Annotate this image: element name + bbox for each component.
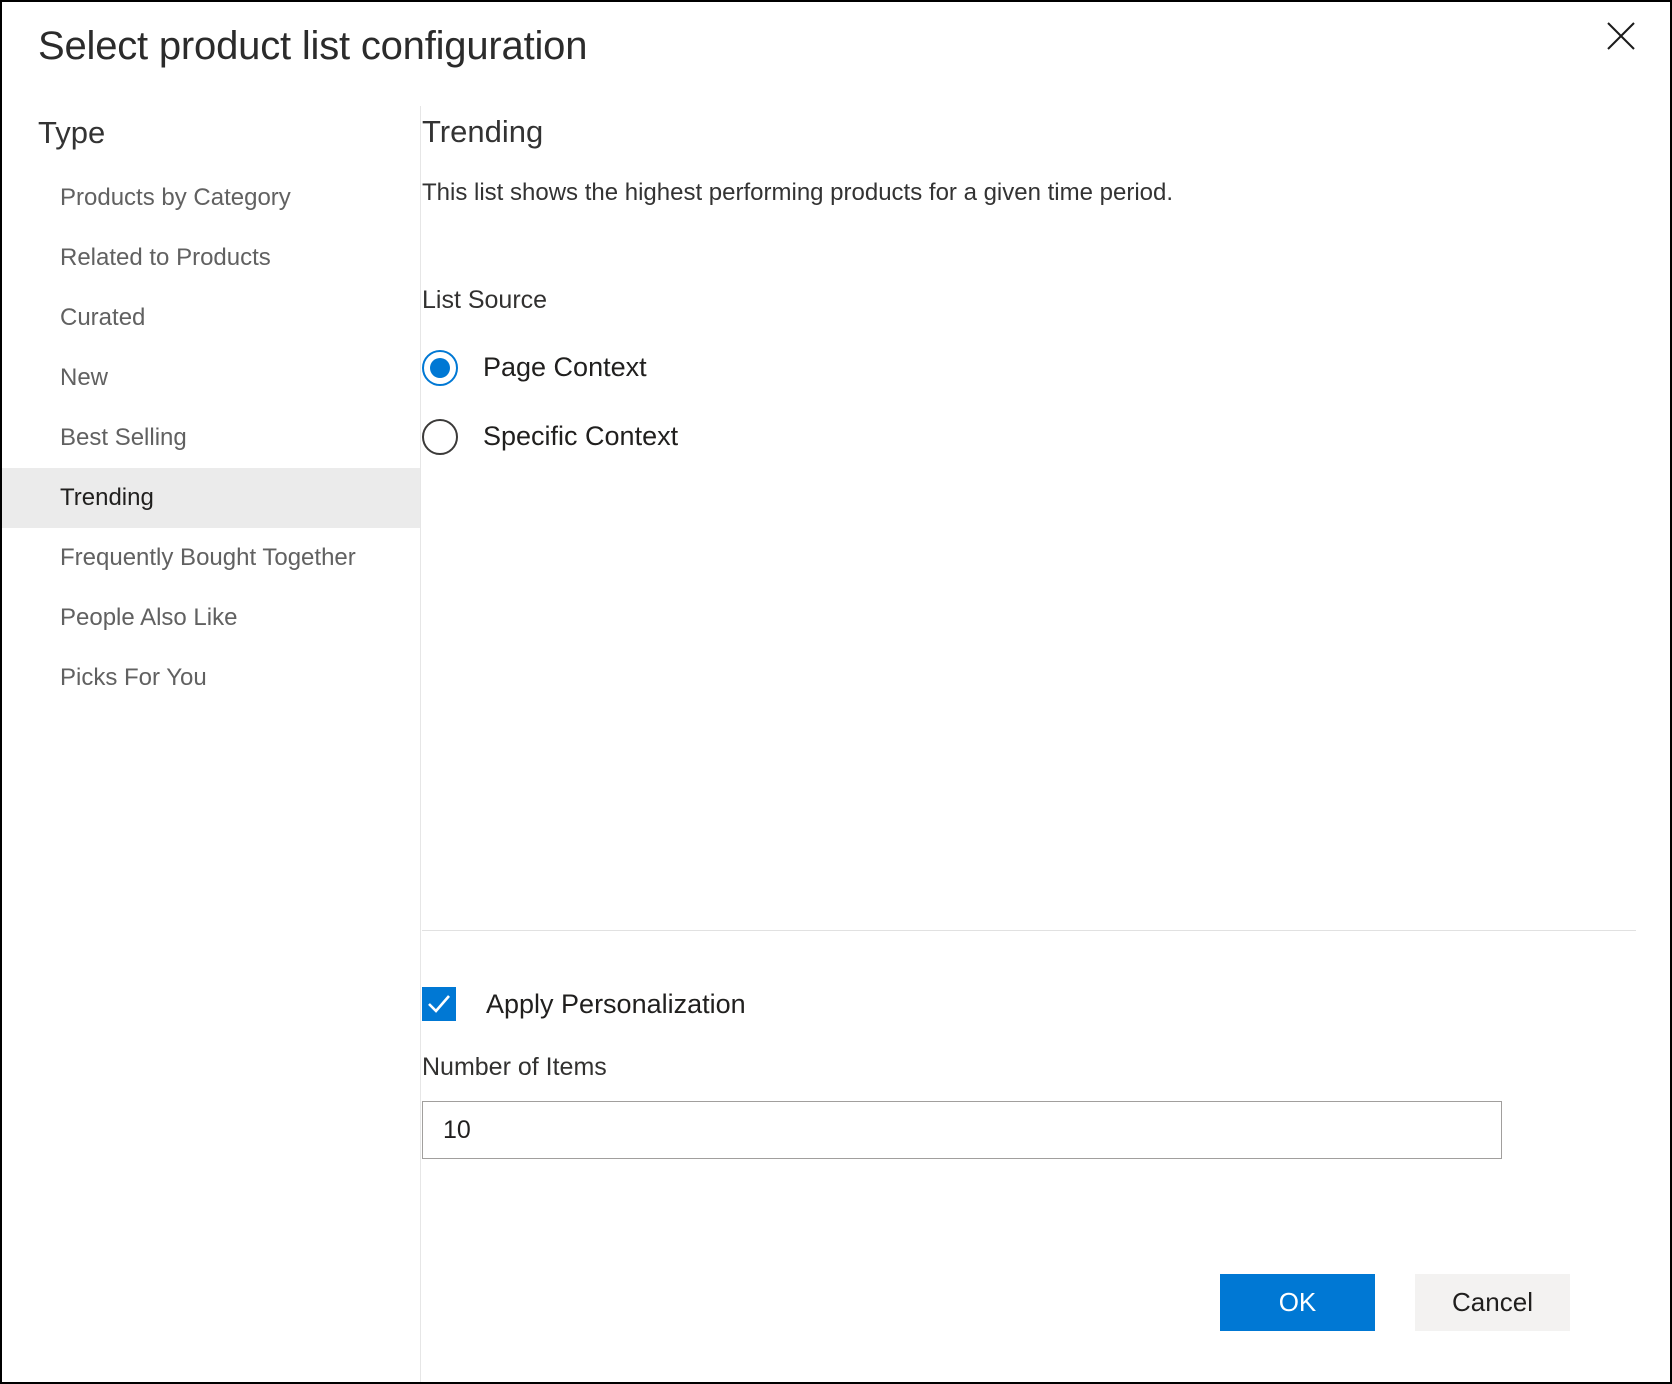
apply-personalization-label: Apply Personalization	[486, 989, 746, 1020]
sidebar-item-picks-for-you[interactable]: Picks For You	[2, 648, 420, 708]
type-heading: Type	[38, 115, 105, 151]
sidebar-item-products-by-category[interactable]: Products by Category	[2, 168, 420, 228]
close-icon	[1604, 19, 1638, 53]
number-of-items-label: Number of Items	[422, 1053, 607, 1082]
close-button[interactable]	[1594, 10, 1648, 62]
checkbox-checked-icon	[422, 987, 456, 1021]
page-title: Select product list configuration	[38, 24, 587, 69]
sidebar-item-trending[interactable]: Trending	[2, 468, 420, 528]
sidebar-item-frequently-bought-together[interactable]: Frequently Bought Together	[2, 528, 420, 588]
list-source-label: List Source	[422, 286, 547, 315]
detail-description: This list shows the highest performing p…	[422, 179, 1173, 207]
dialog-title-bar: Select product list configuration	[2, 2, 1670, 106]
detail-panel: Trending This list shows the highest per…	[422, 106, 1670, 1382]
cancel-button[interactable]: Cancel	[1415, 1274, 1570, 1331]
sidebar-item-people-also-like[interactable]: People Also Like	[2, 588, 420, 648]
detail-heading: Trending	[422, 114, 543, 150]
radio-specific-context-label: Specific Context	[483, 421, 678, 452]
radio-page-context-label: Page Context	[483, 352, 647, 383]
list-source-radio-group: Page Context Specific Context	[422, 333, 678, 471]
detail-upper-region: Trending This list shows the highest per…	[422, 106, 1670, 930]
dialog-footer: OK Cancel	[2, 1246, 1670, 1382]
number-of-items-input[interactable]	[422, 1101, 1502, 1159]
select-product-list-configuration-dialog: Select product list configuration Type P…	[0, 0, 1672, 1384]
radio-specific-context[interactable]: Specific Context	[422, 402, 678, 471]
type-list: Products by Category Related to Products…	[2, 168, 420, 708]
type-panel: Type Products by Category Related to Pro…	[2, 106, 421, 1382]
dialog-content: Type Products by Category Related to Pro…	[2, 106, 1670, 1382]
sidebar-item-best-selling[interactable]: Best Selling	[2, 408, 420, 468]
radio-unselected-icon	[422, 419, 458, 455]
ok-button[interactable]: OK	[1220, 1274, 1375, 1331]
apply-personalization-checkbox[interactable]: Apply Personalization	[422, 987, 746, 1021]
sidebar-item-curated[interactable]: Curated	[2, 288, 420, 348]
sidebar-item-related-to-products[interactable]: Related to Products	[2, 228, 420, 288]
radio-selected-icon	[422, 350, 458, 386]
radio-page-context[interactable]: Page Context	[422, 333, 678, 402]
sidebar-item-new[interactable]: New	[2, 348, 420, 408]
